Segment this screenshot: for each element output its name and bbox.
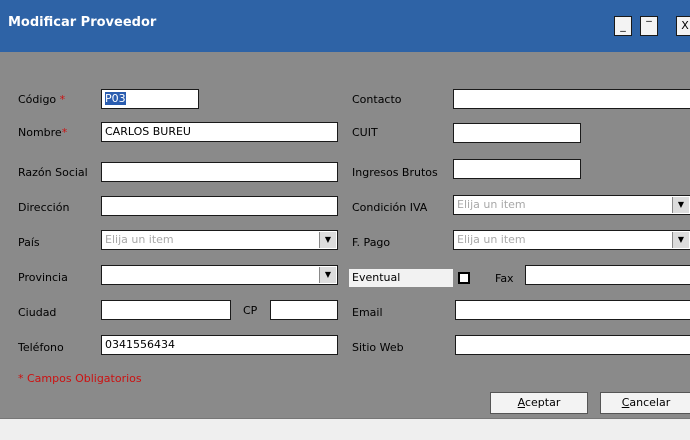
chevron-down-icon[interactable]: ▼ (319, 267, 336, 283)
nombre-label: Nombre* (18, 126, 68, 139)
eventual-label: Eventual (352, 271, 401, 284)
pais-label: País (18, 236, 40, 249)
nombre-input[interactable]: CARLOS BUREU (101, 122, 338, 142)
maximize-button[interactable]: ‾ (640, 16, 658, 36)
close-button[interactable]: X (676, 16, 690, 36)
razon-social-label: Razón Social (18, 166, 88, 179)
cp-label: CP (243, 304, 258, 317)
sitio-web-input[interactable] (455, 335, 690, 355)
close-icon: X (681, 19, 689, 32)
chevron-down-icon[interactable]: ▼ (672, 197, 689, 213)
condicion-iva-value: Elija un item (457, 198, 526, 211)
codigo-input[interactable]: P03 (101, 89, 199, 109)
provincia-label: Provincia (18, 271, 68, 284)
title-bar: Modificar Proveedor _ ‾ X (0, 0, 690, 52)
fax-input[interactable] (525, 265, 690, 285)
direccion-label: Dirección (18, 201, 70, 214)
supplier-edit-window: Modificar Proveedor _ ‾ X Código * P03 N… (0, 0, 690, 440)
f-pago-select[interactable]: Elija un item ▼ (453, 230, 690, 250)
codigo-label: Código * (18, 93, 66, 106)
contacto-input[interactable] (453, 89, 690, 109)
email-input[interactable] (455, 300, 690, 320)
f-pago-label: F. Pago (352, 236, 391, 249)
ingresos-brutos-label: Ingresos Brutos (352, 166, 438, 179)
cp-input[interactable] (270, 300, 338, 320)
contacto-label: Contacto (352, 93, 402, 106)
sitio-web-label: Sitio Web (352, 341, 404, 354)
pais-select-value: Elija un item (105, 233, 174, 246)
condicion-iva-select[interactable]: Elija un item ▼ (453, 195, 690, 215)
f-pago-value: Elija un item (457, 233, 526, 246)
codigo-value: P03 (105, 92, 126, 105)
aceptar-button[interactable]: Aceptar (490, 392, 588, 414)
maximize-icon: ‾ (646, 19, 652, 32)
status-bar (0, 418, 690, 440)
minimize-icon: _ (620, 19, 626, 32)
email-label: Email (352, 306, 383, 319)
provincia-select[interactable]: ▼ (101, 265, 338, 285)
required-fields-note: * Campos Obligatorios (18, 372, 142, 385)
direccion-input[interactable] (101, 196, 338, 216)
chevron-down-icon[interactable]: ▼ (672, 232, 689, 248)
ciudad-input[interactable] (101, 300, 231, 320)
chevron-down-icon[interactable]: ▼ (319, 232, 336, 248)
telefono-input[interactable]: 0341556434 (101, 335, 338, 355)
telefono-label: Teléfono (18, 341, 64, 354)
cancelar-button[interactable]: Cancelar (600, 392, 690, 414)
ingresos-brutos-input[interactable] (453, 159, 581, 179)
pais-select[interactable]: Elija un item ▼ (101, 230, 338, 250)
window-title: Modificar Proveedor (8, 15, 157, 30)
ciudad-label: Ciudad (18, 306, 57, 319)
eventual-checkbox[interactable] (458, 272, 470, 284)
condicion-iva-label: Condición IVA (352, 201, 428, 214)
razon-social-input[interactable] (101, 162, 338, 182)
minimize-button[interactable]: _ (614, 16, 632, 36)
fax-label: Fax (495, 272, 514, 285)
cuit-label: CUIT (352, 126, 378, 139)
cuit-input[interactable] (453, 123, 581, 143)
